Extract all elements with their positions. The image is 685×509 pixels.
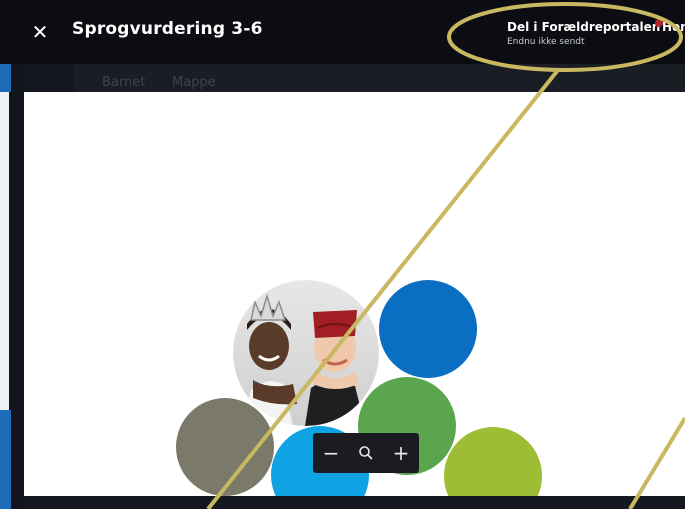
close-icon[interactable]: ✕ <box>26 18 54 46</box>
zoom-in-button[interactable]: + <box>389 441 413 465</box>
page-title: Sprogvurdering 3-6 <box>72 19 263 39</box>
header-bar: ✕ Sprogvurdering 3-6 Del i Forældreporta… <box>0 0 685 64</box>
under-strip <box>24 64 74 92</box>
zoom-toolbar: − + <box>313 433 419 473</box>
children-photo <box>233 280 379 426</box>
decor-circle-gray <box>176 398 274 496</box>
download-button[interactable]: Hen <box>662 20 685 34</box>
tab-mappe: Mappe <box>172 75 216 90</box>
left-strip <box>0 0 24 509</box>
tab-barnet: Barnet <box>102 75 146 90</box>
decor-circle-lime <box>444 427 542 496</box>
background-tabs: Barnet Mappe <box>74 64 685 92</box>
share-status: Endnu ikke sendt <box>507 37 585 47</box>
background-page-edge-bottom <box>0 410 11 509</box>
background-page-edge <box>0 92 9 412</box>
bottom-strip <box>24 496 685 509</box>
decor-circle-blue-dark <box>379 280 477 378</box>
zoom-reset-icon[interactable] <box>354 441 378 465</box>
share-parent-portal-button[interactable]: Del i Forældreportalen Endnu ikke sendt <box>507 20 660 47</box>
zoom-out-button[interactable]: − <box>319 441 343 465</box>
share-label: Del i Forældreportalen <box>507 20 661 34</box>
